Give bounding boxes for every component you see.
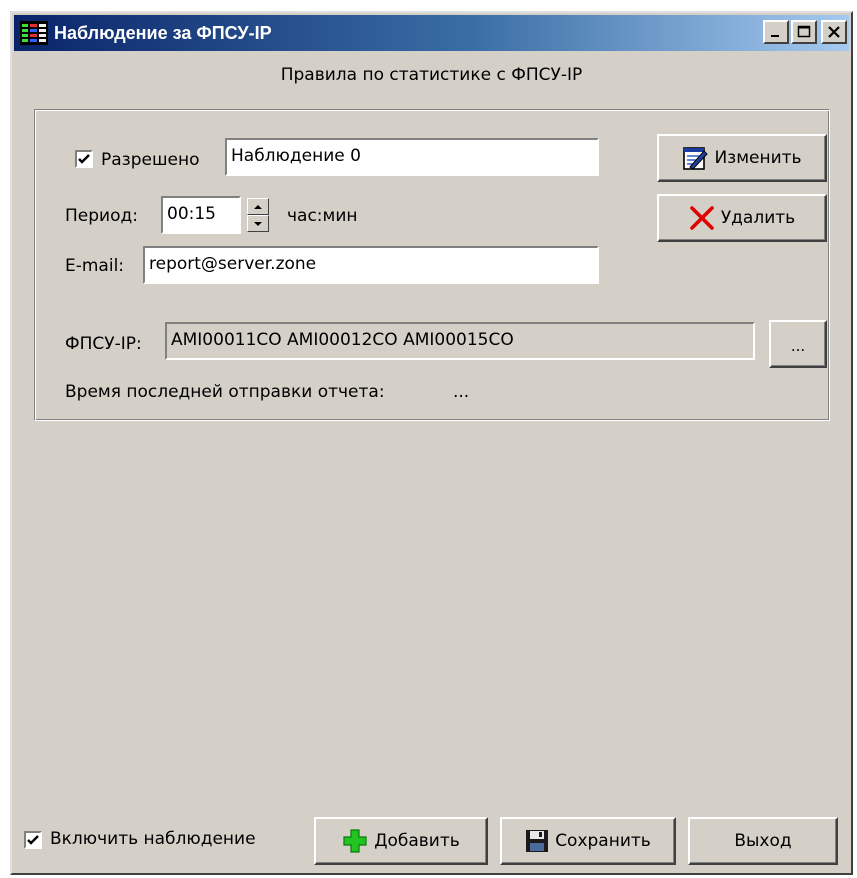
- rules-header: Правила по статистике с ФПСУ-IP: [280, 65, 583, 85]
- last-report-value: ...: [453, 382, 470, 402]
- enable-monitoring-label: Включить наблюдение: [50, 829, 256, 849]
- maximize-button[interactable]: [791, 20, 817, 44]
- spin-up-button[interactable]: [247, 198, 269, 215]
- exit-button[interactable]: Выход: [688, 817, 838, 865]
- delete-label: Удалить: [720, 208, 796, 228]
- red-x-icon: [690, 206, 714, 230]
- browse-fpsu-button[interactable]: ...: [769, 320, 827, 368]
- browse-label: ...: [790, 337, 806, 355]
- save-label: Сохранить: [555, 831, 651, 851]
- enabled-label: Разрешено: [101, 150, 200, 170]
- fpsu-list-field: AMI00011CO AMI00012CO AMI00015CO: [165, 322, 755, 360]
- main-window: Наблюдение за ФПСУ-IP Правила по статист…: [10, 11, 853, 875]
- title-bar[interactable]: Наблюдение за ФПСУ-IP: [14, 15, 849, 51]
- floppy-disk-icon: [526, 830, 549, 852]
- email-label: E-mail:: [65, 256, 125, 276]
- spin-down-button[interactable]: [247, 215, 269, 232]
- close-button[interactable]: [821, 20, 847, 44]
- add-label: Добавить: [374, 831, 460, 851]
- enable-monitoring-checkbox[interactable]: [24, 831, 42, 849]
- window-title: Наблюдение за ФПСУ-IP: [54, 22, 272, 43]
- close-icon: [828, 26, 840, 38]
- period-unit: час:мин: [287, 206, 358, 226]
- edit-button[interactable]: Изменить: [657, 134, 827, 182]
- notepad-edit-icon: [683, 147, 709, 170]
- checkmark-icon: [78, 154, 90, 164]
- email-input[interactable]: report@server.zone: [143, 246, 599, 284]
- enabled-checkbox[interactable]: [75, 150, 93, 168]
- minimize-icon: [771, 35, 779, 37]
- grid-app-icon: [20, 21, 48, 45]
- minimize-button[interactable]: [763, 20, 789, 44]
- arrow-up-icon: [254, 204, 262, 209]
- exit-label: Выход: [734, 831, 792, 851]
- period-input[interactable]: 00:15: [161, 196, 241, 234]
- delete-button[interactable]: Удалить: [657, 194, 827, 242]
- last-report-label: Время последней отправки отчета:: [65, 382, 385, 402]
- edit-label: Изменить: [714, 148, 802, 168]
- period-spinner[interactable]: [247, 198, 269, 232]
- rule-panel: Разрешено Наблюдение 0 Период: 00:15 час…: [34, 109, 830, 421]
- rule-name-input[interactable]: Наблюдение 0: [225, 138, 599, 176]
- fpsu-label: ФПСУ-IP:: [65, 334, 142, 354]
- arrow-down-icon: [254, 221, 262, 226]
- green-plus-icon: [343, 829, 367, 853]
- checkmark-icon: [27, 835, 39, 845]
- add-button[interactable]: Добавить: [314, 817, 488, 865]
- save-button[interactable]: Сохранить: [500, 817, 676, 865]
- period-label: Период:: [65, 206, 138, 226]
- maximize-icon: [797, 25, 811, 38]
